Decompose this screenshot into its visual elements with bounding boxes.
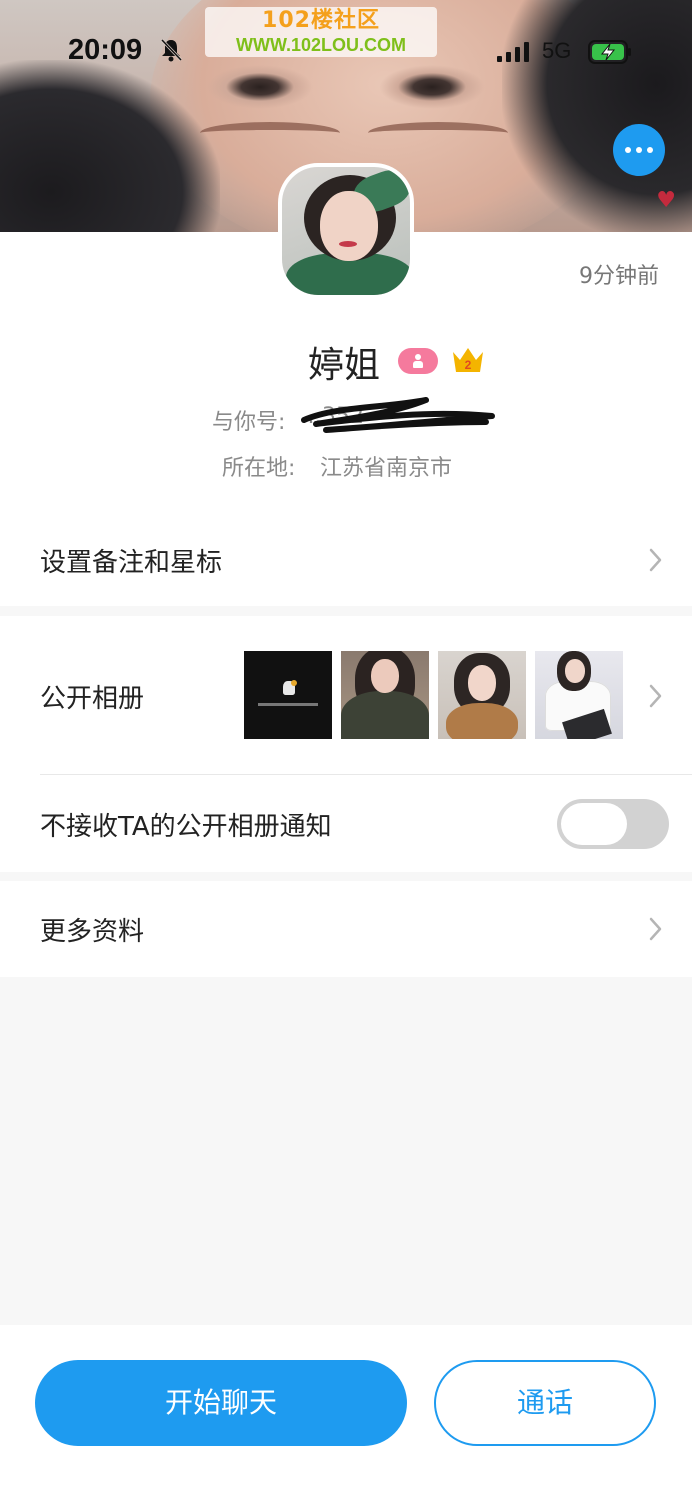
cover-eye-right [372,62,492,112]
album-notify-row: 不接收TA的公开相册通知 [0,775,692,872]
album-photo[interactable] [535,651,623,739]
public-album-label: 公开相册 [40,684,145,714]
location-label: 所在地: [222,456,296,481]
toggle-knob [561,803,627,845]
chevron-right-icon [649,548,662,572]
name-row: 婷姐 2 [0,336,692,386]
more-options-button[interactable] [613,124,665,176]
album-notify-toggle[interactable] [557,799,669,849]
watermark-url: WWW.102LOU.COM [236,35,406,55]
avatar-face [320,191,378,261]
album-thumbnails [244,651,623,739]
album-notify-label: 不接收TA的公开相册通知 [40,812,332,842]
network-type: 5G [542,38,572,63]
profile-name: 婷姐 [308,345,381,386]
chevron-right-icon [649,917,662,941]
album-section: 公开相册 不接收TA的公开相册通知 [0,616,692,872]
crown-icon: 2 [453,348,483,372]
call-button[interactable]: 通话 [434,1360,656,1446]
bottom-action-bar: 开始聊天 通话 [0,1325,692,1500]
chevron-right-icon [649,684,662,708]
cover-hair-left [0,60,220,232]
watermark-title: 102楼社区 [262,8,380,33]
public-album-row[interactable]: 公开相册 [0,616,692,774]
start-chat-button[interactable]: 开始聊天 [35,1360,407,1446]
location-value: 江苏省南京市 [320,456,453,481]
gender-icon [398,348,438,374]
account-label: 与你号: [212,410,286,435]
album-photo[interactable] [244,651,332,739]
cover-brow-left [200,122,340,144]
last-seen-time: 9分钟前 [579,264,659,289]
more-dots-icon [647,147,653,153]
battery-charging-icon [588,40,631,64]
vip-level: 2 [465,358,472,372]
more-info-row[interactable]: 更多资料 [0,881,692,977]
heart-icon: ♥ [656,188,676,213]
avatar[interactable] [278,163,414,299]
status-time: 20:09 [68,34,143,66]
more-dots-icon [625,147,631,153]
signal-icon [497,42,529,62]
album-photo[interactable] [438,651,526,739]
cover-eye-left [200,62,320,112]
more-info-label: 更多资料 [40,917,145,947]
cover-brow-right [368,122,508,144]
remark-and-star-label: 设置备注和星标 [40,548,223,578]
more-dots-icon [636,147,642,153]
location-row: 所在地: 江苏省南京市 [0,448,692,482]
album-photo[interactable] [341,651,429,739]
watermark: 102楼社区 WWW.102LOU.COM [205,7,437,57]
avatar-lips [339,241,357,247]
redaction-scribble [301,397,495,433]
remark-and-star-row[interactable]: 设置备注和星标 [0,514,692,606]
bell-muted-icon [160,38,182,62]
account-row: 与你号: …352 [0,397,692,436]
